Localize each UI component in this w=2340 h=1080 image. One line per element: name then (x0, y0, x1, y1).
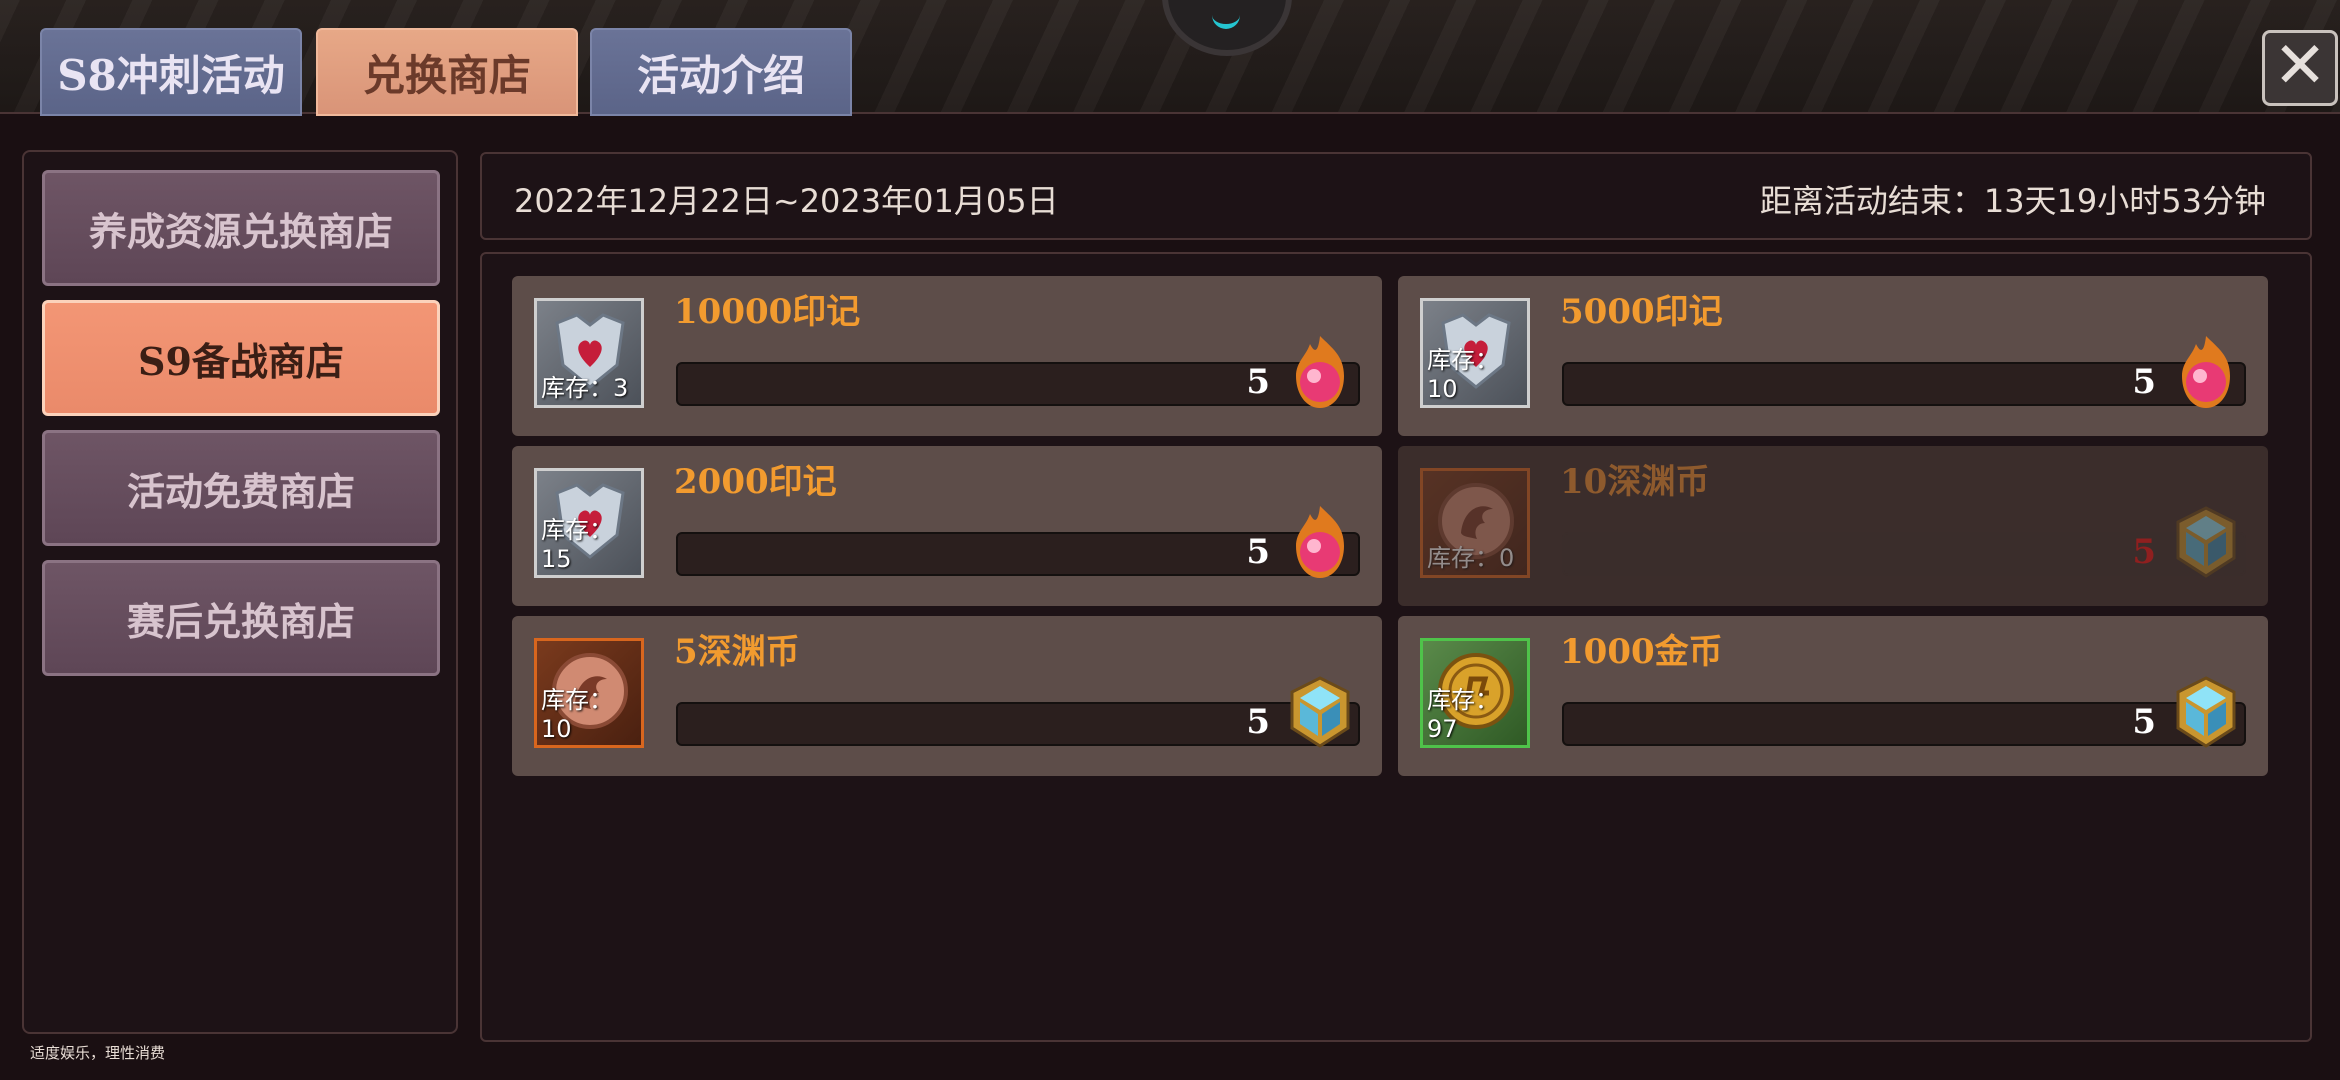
fire-orb-icon (1296, 506, 1344, 578)
event-date-range: 2022年12月22日~2023年01月05日 (514, 182, 1059, 220)
tab-exchange-shop[interactable]: 兑换商店 (316, 28, 578, 116)
shop-item-card[interactable]: 库存：0 10深渊币 5 (1398, 446, 2268, 606)
item-title: 5深渊币 (674, 632, 800, 672)
crystal-cube-icon (2176, 506, 2236, 578)
item-slot: 库存：10 (534, 638, 644, 748)
crystal-cube-icon (1290, 676, 1350, 748)
item-price: 5 (1246, 532, 1270, 572)
item-title: 2000印记 (674, 462, 837, 502)
shop-item-panel: 库存：3 10000印记 5 库存：10 5000印记 5 库存：15 2000… (480, 252, 2312, 1042)
item-title: 5000印记 (1560, 292, 1723, 332)
shop-item-card[interactable]: 库存：10 5000印记 5 (1398, 276, 2268, 436)
item-stock-label: 库存：0 (1427, 544, 1515, 572)
event-info-bar: 2022年12月22日~2023年01月05日 距离活动结束：13天19小时53… (480, 152, 2312, 240)
item-price: 5 (2132, 532, 2156, 572)
item-slot: 库存：0 (1420, 468, 1530, 578)
tab-event-intro[interactable]: 活动介绍 (590, 28, 852, 116)
item-stock-label: 库存：10 (1427, 346, 1499, 403)
item-slot: 库存：10 (1420, 298, 1530, 408)
tab-s8-sprint[interactable]: S8冲刺活动 (40, 28, 302, 116)
price-bar: 5 (1562, 702, 2246, 746)
item-stock-label: 库存：3 (541, 374, 629, 402)
item-slot: 库存：3 (534, 298, 644, 408)
sidebar-item-resource-shop[interactable]: 养成资源兑换商店 (42, 170, 440, 286)
fire-orb-icon (2182, 336, 2230, 408)
sidebar-item-s9-shop[interactable]: S9备战商店 (42, 300, 440, 416)
price-bar: 5 (676, 702, 1360, 746)
item-title: 10深渊币 (1560, 462, 1710, 502)
item-title: 10000印记 (674, 292, 861, 332)
shop-sidebar: 养成资源兑换商店 S9备战商店 活动免费商店 赛后兑换商店 (22, 150, 458, 1034)
price-bar: 5 (1562, 362, 2246, 406)
item-slot: 库存：97 (1420, 638, 1530, 748)
shop-item-card[interactable]: 库存：3 10000印记 5 (512, 276, 1382, 436)
item-stock-label: 库存：97 (1427, 686, 1499, 743)
shop-item-card[interactable]: 库存：97 1000金币 5 (1398, 616, 2268, 776)
item-title: 1000金币 (1560, 632, 1723, 672)
footer-note: 适度娱乐，理性消费 (30, 1044, 166, 1062)
item-price: 5 (1246, 362, 1270, 402)
price-bar: 5 (676, 362, 1360, 406)
item-stock-label: 库存：10 (541, 686, 613, 743)
sidebar-item-postgame-shop[interactable]: 赛后兑换商店 (42, 560, 440, 676)
fire-orb-icon (1296, 336, 1344, 408)
shop-item-card[interactable]: 库存：10 5深渊币 5 (512, 616, 1382, 776)
sidebar-item-free-shop[interactable]: 活动免费商店 (42, 430, 440, 546)
close-icon[interactable]: ✕ (2262, 30, 2338, 106)
item-price: 5 (2132, 362, 2156, 402)
item-stock-label: 库存：15 (541, 516, 613, 573)
event-countdown: 距离活动结束：13天19小时53分钟 (1759, 182, 2266, 220)
price-bar: 5 (676, 532, 1360, 576)
crystal-cube-icon (2176, 676, 2236, 748)
item-price: 5 (1246, 702, 1270, 742)
shop-item-card[interactable]: 库存：15 2000印记 5 (512, 446, 1382, 606)
price-bar: 5 (1562, 532, 2246, 576)
top-center-ornament-icon (1162, 0, 1292, 56)
item-slot: 库存：15 (534, 468, 644, 578)
item-price: 5 (2132, 702, 2156, 742)
